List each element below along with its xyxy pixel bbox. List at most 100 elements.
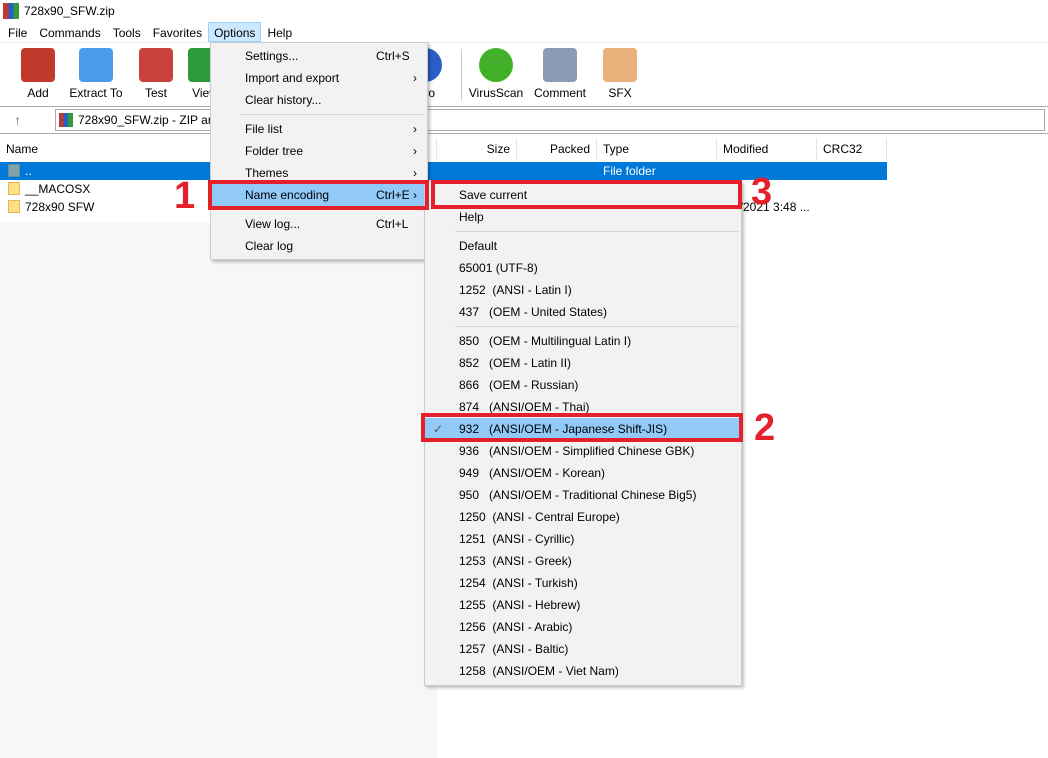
menu-favorites[interactable]: Favorites bbox=[147, 22, 208, 42]
toolbar-sfx-button[interactable]: SFX bbox=[590, 48, 650, 100]
annotation-box-1 bbox=[208, 180, 429, 210]
menu-item-866-oem-russian[interactable]: 866 (OEM - Russian) bbox=[425, 374, 741, 396]
menu-item-default[interactable]: Default bbox=[425, 235, 741, 257]
menu-item-label: File list bbox=[245, 122, 283, 136]
menu-item-shortcut: Ctrl+L bbox=[376, 217, 409, 231]
toolbar-label: Comment bbox=[533, 86, 586, 100]
toolbar-label: VirusScan bbox=[468, 86, 524, 100]
menu-item-1258-ansi-oem-viet-nam[interactable]: 1258 (ANSI/OEM - Viet Nam) bbox=[425, 660, 741, 682]
menu-item-label: 1253 (ANSI - Greek) bbox=[459, 554, 572, 568]
menu-item-label: Clear history... bbox=[245, 93, 322, 107]
submenu-arrow-icon: › bbox=[413, 122, 417, 136]
row-name: __MACOSX bbox=[25, 182, 91, 196]
menu-item-label: 65001 (UTF-8) bbox=[459, 261, 538, 275]
menu-item-label: 1256 (ANSI - Arabic) bbox=[459, 620, 573, 634]
list-empty-area bbox=[0, 222, 437, 758]
parent-folder-icon bbox=[8, 164, 20, 177]
toolbar-label: Add bbox=[27, 86, 49, 100]
menu-item-label: 874 (ANSI/OEM - Thai) bbox=[459, 400, 590, 414]
menu-item-shortcut: Ctrl+S bbox=[376, 49, 410, 63]
row-name: .. bbox=[25, 164, 32, 178]
menu-item-label: 1255 (ANSI - Hebrew) bbox=[459, 598, 581, 612]
menu-item-950-ansi-oem-traditional-chinese-big5[interactable]: 950 (ANSI/OEM - Traditional Chinese Big5… bbox=[425, 484, 741, 506]
menu-file[interactable]: File bbox=[2, 22, 33, 42]
toolbar: AddExtract ToTestViewInfoVirusScanCommen… bbox=[0, 42, 1048, 104]
menu-item-label: 950 (ANSI/OEM - Traditional Chinese Big5… bbox=[459, 488, 697, 502]
menu-tools[interactable]: Tools bbox=[107, 22, 147, 42]
annotation-box-3 bbox=[431, 180, 742, 209]
menu-item-1250-ansi-central-europe[interactable]: 1250 (ANSI - Central Europe) bbox=[425, 506, 741, 528]
menu-item-437-oem-united-states[interactable]: 437 (OEM - United States) bbox=[425, 301, 741, 323]
menu-item-1255-ansi-hebrew[interactable]: 1255 (ANSI - Hebrew) bbox=[425, 594, 741, 616]
menu-item-label: 852 (OEM - Latin II) bbox=[459, 356, 572, 370]
annotation-box-2 bbox=[421, 413, 743, 442]
toolbar-comment-button[interactable]: Comment bbox=[530, 48, 590, 100]
menu-item-label: 1252 (ANSI - Latin I) bbox=[459, 283, 572, 297]
address-bar: ↑ 728x90_SFW.zip - ZIP archive bbox=[0, 106, 1048, 134]
menu-item-850-oem-multilingual-latin-i[interactable]: 850 (OEM - Multilingual Latin I) bbox=[425, 330, 741, 352]
menu-item-settings[interactable]: Settings... Ctrl+S bbox=[211, 45, 427, 67]
menu-separator bbox=[211, 111, 427, 118]
menu-item-1254-ansi-turkish[interactable]: 1254 (ANSI - Turkish) bbox=[425, 572, 741, 594]
column-modified[interactable]: Modified bbox=[717, 138, 817, 160]
menu-item-label: View log... bbox=[245, 217, 301, 231]
annotation-number-2: 2 bbox=[754, 407, 776, 449]
toolbar-extract-to-button[interactable]: Extract To bbox=[66, 48, 126, 100]
menu-item-label: Import and export bbox=[245, 71, 340, 85]
sfx-box-icon bbox=[603, 48, 637, 82]
menu-separator bbox=[425, 228, 741, 235]
menu-item-folder-tree[interactable]: Folder tree › bbox=[211, 140, 427, 162]
menu-item-label: 437 (OEM - United States) bbox=[459, 305, 608, 319]
menu-item-1252-ansi-latin-i[interactable]: 1252 (ANSI - Latin I) bbox=[425, 279, 741, 301]
up-arrow-icon[interactable]: ↑ bbox=[14, 112, 21, 128]
menu-item-1257-ansi-baltic[interactable]: 1257 (ANSI - Baltic) bbox=[425, 638, 741, 660]
menu-item-label: 1251 (ANSI - Cyrillic) bbox=[459, 532, 575, 546]
menu-bar: File Commands Tools Favorites Options He… bbox=[0, 22, 1048, 42]
menu-item-label: 1258 (ANSI/OEM - Viet Nam) bbox=[459, 664, 619, 678]
menu-separator bbox=[425, 323, 741, 330]
folder-icon bbox=[8, 200, 20, 213]
menu-item-label: 850 (OEM - Multilingual Latin I) bbox=[459, 334, 632, 348]
menu-item-label: Clear log bbox=[245, 239, 294, 253]
menu-item-label: 949 (ANSI/OEM - Korean) bbox=[459, 466, 606, 480]
menu-item-852-oem-latin-ii[interactable]: 852 (OEM - Latin II) bbox=[425, 352, 741, 374]
window-title: 728x90_SFW.zip bbox=[24, 4, 115, 18]
toolbar-virusscan-button[interactable]: VirusScan bbox=[466, 48, 526, 100]
folder-icon bbox=[8, 182, 20, 195]
extract-folder-icon bbox=[79, 48, 113, 82]
menu-item-clear-history[interactable]: Clear history... bbox=[211, 89, 427, 111]
menu-item-label: 936 (ANSI/OEM - Simplified Chinese GBK) bbox=[459, 444, 695, 458]
menu-item-936-ansi-oem-simplified-chinese-gbk[interactable]: 936 (ANSI/OEM - Simplified Chinese GBK) bbox=[425, 440, 741, 462]
menu-item-label: 1254 (ANSI - Turkish) bbox=[459, 576, 578, 590]
menu-item-label: Folder tree bbox=[245, 144, 304, 158]
toolbar-label: Extract To bbox=[69, 86, 123, 100]
test-clipboard-icon bbox=[139, 48, 173, 82]
title-bar: 728x90_SFW.zip bbox=[0, 0, 1048, 22]
add-archive-icon bbox=[21, 48, 55, 82]
column-type[interactable]: Type bbox=[597, 138, 717, 160]
menu-item-1251-ansi-cyrillic[interactable]: 1251 (ANSI - Cyrillic) bbox=[425, 528, 741, 550]
menu-item-label: 1250 (ANSI - Central Europe) bbox=[459, 510, 620, 524]
toolbar-add-button[interactable]: Add bbox=[8, 48, 68, 100]
menu-item-label: Default bbox=[459, 239, 498, 253]
menu-commands[interactable]: Commands bbox=[33, 22, 106, 42]
column-size[interactable]: Size bbox=[437, 138, 517, 160]
menu-item-65001-utf-8[interactable]: 65001 (UTF-8) bbox=[425, 257, 741, 279]
menu-item-1256-ansi-arabic[interactable]: 1256 (ANSI - Arabic) bbox=[425, 616, 741, 638]
menu-item-import-and-export[interactable]: Import and export › bbox=[211, 67, 427, 89]
path-field[interactable]: 728x90_SFW.zip - ZIP archive bbox=[55, 109, 1045, 131]
winrar-logo-icon bbox=[3, 3, 19, 19]
menu-item-949-ansi-oem-korean[interactable]: 949 (ANSI/OEM - Korean) bbox=[425, 462, 741, 484]
menu-options[interactable]: Options bbox=[208, 22, 262, 42]
row-type: File folder bbox=[603, 164, 656, 178]
menu-help[interactable]: Help bbox=[261, 22, 298, 42]
column-crc32[interactable]: CRC32 bbox=[817, 138, 887, 160]
column-packed[interactable]: Packed bbox=[517, 138, 597, 160]
menu-item-clear-log[interactable]: Clear log bbox=[211, 235, 427, 257]
annotation-number-3: 3 bbox=[751, 171, 773, 213]
menu-item-label: 866 (OEM - Russian) bbox=[459, 378, 579, 392]
menu-item-file-list[interactable]: File list › bbox=[211, 118, 427, 140]
menu-item-help[interactable]: Help bbox=[425, 206, 741, 228]
menu-item-view-log[interactable]: View log... Ctrl+L bbox=[211, 213, 427, 235]
menu-item-1253-ansi-greek[interactable]: 1253 (ANSI - Greek) bbox=[425, 550, 741, 572]
